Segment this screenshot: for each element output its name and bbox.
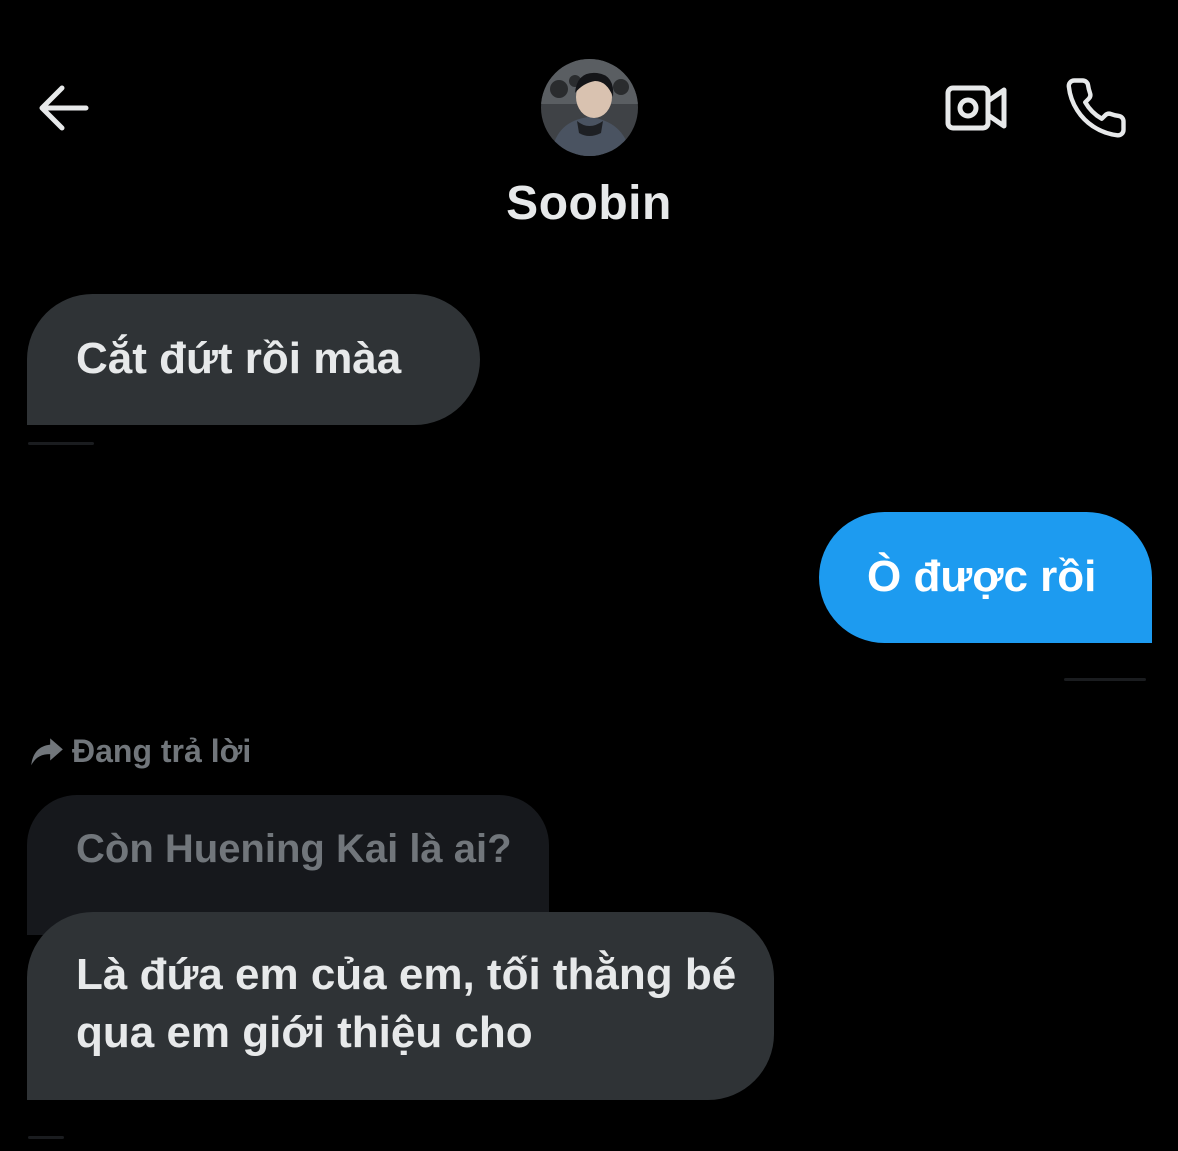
quoted-text: Còn Huening Kai là ai? bbox=[76, 827, 512, 871]
message-timestamp-trace bbox=[28, 1136, 64, 1139]
back-button[interactable] bbox=[26, 72, 98, 144]
reply-label: Đang trả lời bbox=[72, 732, 252, 769]
message-bubble-incoming[interactable]: Cắt đứt rồi màa bbox=[27, 294, 480, 425]
message-timestamp-trace bbox=[28, 442, 94, 445]
avatar[interactable] bbox=[541, 59, 638, 156]
contact-name[interactable]: Soobin bbox=[389, 176, 789, 231]
reply-arrow-icon bbox=[31, 738, 63, 766]
phone-icon bbox=[1066, 78, 1126, 138]
message-text: Cắt đứt rồi màa bbox=[76, 334, 402, 383]
phone-call-button[interactable] bbox=[1056, 68, 1136, 148]
video-camera-icon bbox=[945, 85, 1007, 131]
avatar-image bbox=[541, 59, 638, 156]
video-call-button[interactable] bbox=[938, 72, 1014, 144]
message-bubble-incoming[interactable]: Là đứa em của em, tối thằng bé qua em gi… bbox=[27, 912, 774, 1100]
message-text: Là đứa em của em, tối thằng bé qua em gi… bbox=[76, 950, 737, 1057]
reply-indicator: Đang trả lời bbox=[28, 730, 251, 772]
message-text: Ò được rồi bbox=[867, 552, 1097, 601]
message-bubble-outgoing[interactable]: Ò được rồi bbox=[819, 512, 1152, 643]
back-arrow-icon bbox=[39, 85, 89, 131]
message-timestamp-trace bbox=[1064, 678, 1146, 681]
